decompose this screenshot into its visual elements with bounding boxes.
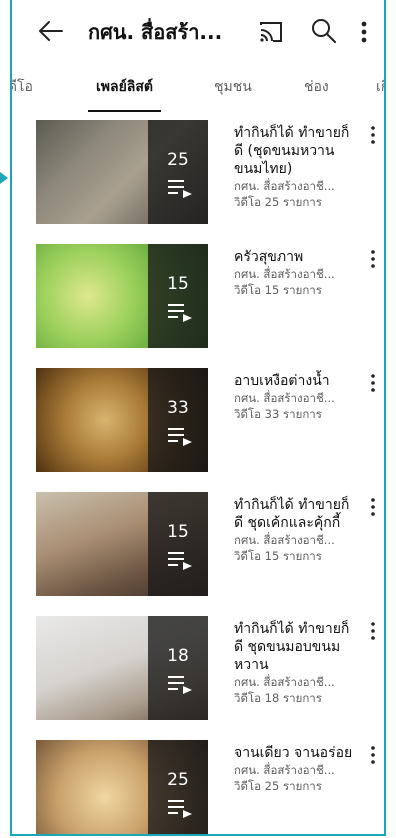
playlist-video-count: วิดีโอ 18 รายการ [234, 691, 322, 705]
playlist-icon [168, 180, 192, 198]
video-count-badge: 15 [167, 522, 189, 542]
playlist-thumbnail[interactable]: 25 [36, 120, 208, 224]
video-count-badge: 18 [167, 646, 189, 666]
channel-tabs: วิดีโอ เพลย์ลิสต์ ชุมชน ช่อง เกี่ [12, 66, 384, 116]
playlist-info: อาบเหงือต่างน้ำ กศน. สื่อสร้างอาชี... วิ… [234, 372, 358, 422]
playlist-thumbnail[interactable]: 25 [36, 740, 208, 834]
playlist-channel: กศน. สื่อสร้างอาชี... [234, 391, 335, 405]
video-count-badge: 33 [167, 398, 189, 418]
video-count-badge: 15 [167, 274, 189, 294]
tab-channels[interactable]: ช่อง [304, 66, 329, 112]
search-icon[interactable] [308, 16, 338, 46]
playlist-title[interactable]: ทำกินก็ได้ ทำขายก็ดี ชุดเค้กและคุ้กกี้ [234, 496, 358, 532]
playlist-info: ครัวสุขภาพ กศน. สื่อสร้างอาชี... วิดีโอ … [234, 248, 358, 298]
playlist-icon [168, 676, 192, 694]
playlist-video-count: วิดีโอ 15 รายการ [234, 549, 322, 563]
more-options-icon[interactable] [366, 744, 380, 766]
playlist-channel: กศน. สื่อสร้างอาชี... [234, 763, 335, 777]
cast-icon[interactable] [256, 17, 286, 47]
more-options-icon[interactable] [366, 248, 380, 270]
playlist-title[interactable]: ครัวสุขภาพ [234, 248, 358, 266]
playlist-channel: กศน. สื่อสร้างอาชี... [234, 179, 335, 193]
phone-screen: กศน. สื่อสร้า... วิดีโอ เพลย์ลิสต์ ชุมชน… [10, 0, 386, 836]
playlist-icon [168, 428, 192, 446]
playlist-channel: กศน. สื่อสร้างอาชี... [234, 675, 335, 689]
playlist-info: จานเดียว จานอร่อย กศน. สื่อสร้างอาชี... … [234, 744, 358, 794]
thumbnail-overlay [148, 120, 208, 224]
playlist-info: ทำกินก็ได้ ทำขายก็ดี (ชุดขนมหวานขนมไทย) … [234, 124, 358, 210]
video-count-badge: 25 [167, 150, 189, 170]
tab-videos[interactable]: วิดีโอ [12, 66, 33, 112]
playlist-thumbnail[interactable]: 15 [36, 492, 208, 596]
tab-about[interactable]: เกี่ [376, 66, 384, 112]
playlist-item[interactable]: 15 ครัวสุขภาพ กศน. สื่อสร้างอาชี... วิดี… [12, 244, 384, 366]
frame-pointer-arrow [0, 172, 8, 184]
app-bar: กศน. สื่อสร้า... [12, 0, 384, 62]
more-options-icon[interactable] [366, 496, 380, 518]
playlist-item[interactable]: 33 อาบเหงือต่างน้ำ กศน. สื่อสร้างอาชี...… [12, 368, 384, 490]
playlist-item[interactable]: 25 จานเดียว จานอร่อย กศน. สื่อสร้างอาชี.… [12, 740, 384, 834]
playlist-icon [168, 800, 192, 818]
playlist-video-count: วิดีโอ 25 รายการ [234, 779, 322, 793]
playlist-item[interactable]: 15 ทำกินก็ได้ ทำขายก็ดี ชุดเค้กและคุ้กกี… [12, 492, 384, 614]
thumbnail-overlay [148, 244, 208, 348]
playlist-item[interactable]: 25 ทำกินก็ได้ ทำขายก็ดี (ชุดขนมหวานขนมไท… [12, 120, 384, 242]
more-vert-icon[interactable] [354, 16, 374, 48]
playlist-title[interactable]: ทำกินก็ได้ ทำขายก็ดี (ชุดขนมหวานขนมไทย) [234, 124, 358, 178]
more-options-icon[interactable] [366, 620, 380, 642]
playlist-channel: กศน. สื่อสร้างอาชี... [234, 267, 335, 281]
playlist-icon [168, 304, 192, 322]
playlist-icon [168, 552, 192, 570]
playlist-title[interactable]: จานเดียว จานอร่อย [234, 744, 358, 762]
playlist-info: ทำกินก็ได้ ทำขายก็ดี ชุดเค้กและคุ้กกี้ ก… [234, 496, 358, 564]
more-options-icon[interactable] [366, 372, 380, 394]
playlist-thumbnail[interactable]: 33 [36, 368, 208, 472]
thumbnail-overlay [148, 492, 208, 596]
playlist-title[interactable]: อาบเหงือต่างน้ำ [234, 372, 358, 390]
playlist-item[interactable]: 18 ทำกินก็ได้ ทำขายก็ดี ชุดขนมอบขนมหวาน … [12, 616, 384, 738]
video-count-badge: 25 [167, 770, 189, 790]
thumbnail-overlay [148, 368, 208, 472]
tab-playlists[interactable]: เพลย์ลิสต์ [87, 66, 162, 112]
back-arrow-icon[interactable] [36, 14, 66, 48]
playlist-thumbnail[interactable]: 15 [36, 244, 208, 348]
playlist-video-count: วิดีโอ 15 รายการ [234, 283, 322, 297]
more-options-icon[interactable] [366, 124, 380, 146]
playlist-info: ทำกินก็ได้ ทำขายก็ดี ชุดขนมอบขนมหวาน กศน… [234, 620, 358, 706]
channel-title: กศน. สื่อสร้า... [88, 20, 223, 44]
playlist-thumbnail[interactable]: 18 [36, 616, 208, 720]
playlist-channel: กศน. สื่อสร้างอาชี... [234, 533, 335, 547]
playlist-video-count: วิดีโอ 25 รายการ [234, 195, 322, 209]
playlist-video-count: วิดีโอ 33 รายการ [234, 407, 322, 421]
tab-community[interactable]: ชุมชน [214, 66, 252, 112]
playlist-title[interactable]: ทำกินก็ได้ ทำขายก็ดี ชุดขนมอบขนมหวาน [234, 620, 358, 674]
thumbnail-overlay [148, 616, 208, 720]
